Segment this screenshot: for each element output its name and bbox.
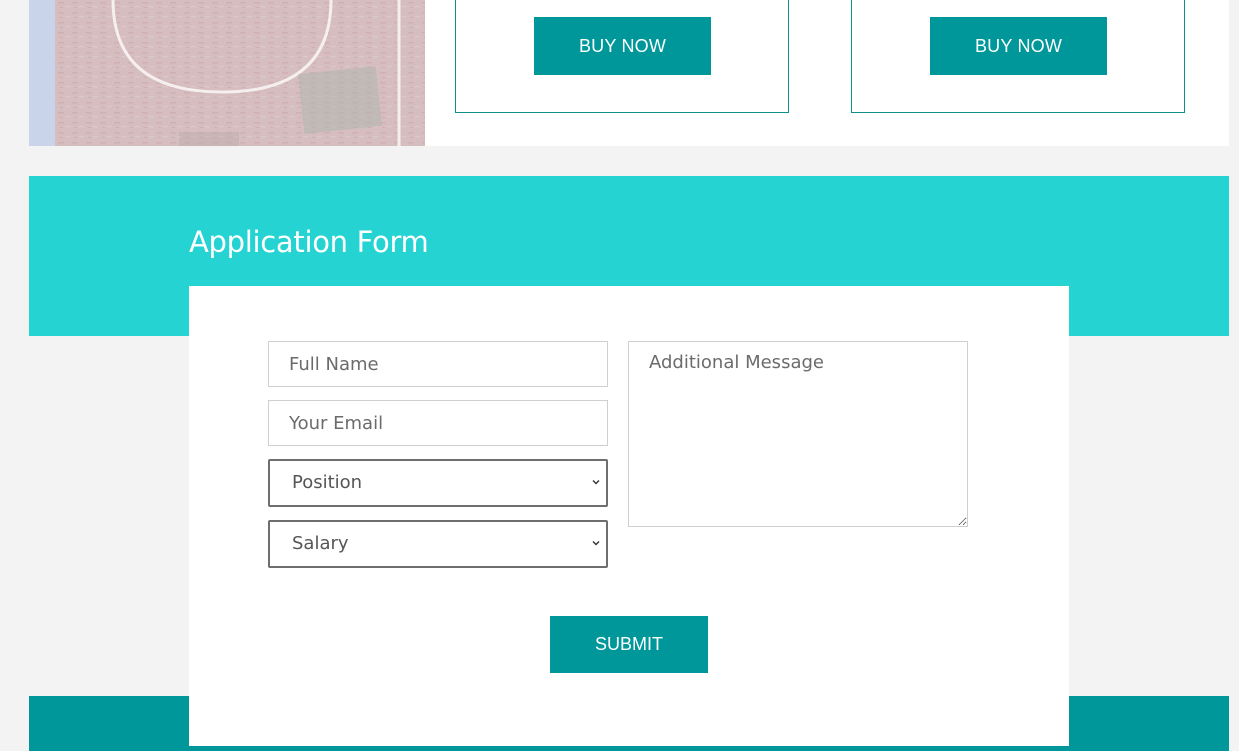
basketball-court-image <box>29 0 425 146</box>
chevron-down-icon <box>592 541 600 546</box>
salary-select-value: Salary <box>292 533 349 554</box>
form-title: Application Form <box>189 225 429 259</box>
product-card: BUY NOW <box>455 0 789 113</box>
buy-now-button[interactable]: BUY NOW <box>534 17 711 75</box>
salary-select[interactable]: Salary <box>268 520 608 568</box>
position-select-value: Position <box>292 472 363 493</box>
chevron-down-icon <box>592 480 600 485</box>
additional-message-textarea[interactable] <box>628 341 968 527</box>
submit-button[interactable]: SUBMIT <box>550 616 708 673</box>
page: BUY NOW BUY NOW Application Form Positio… <box>0 0 1239 751</box>
product-strip: BUY NOW BUY NOW <box>29 0 1229 146</box>
product-card: BUY NOW <box>851 0 1185 113</box>
full-name-input[interactable] <box>268 341 608 387</box>
position-select[interactable]: Position <box>268 459 608 507</box>
email-input[interactable] <box>268 400 608 446</box>
application-form: Position Salary SUBMIT <box>189 286 1069 746</box>
buy-now-button[interactable]: BUY NOW <box>930 17 1107 75</box>
